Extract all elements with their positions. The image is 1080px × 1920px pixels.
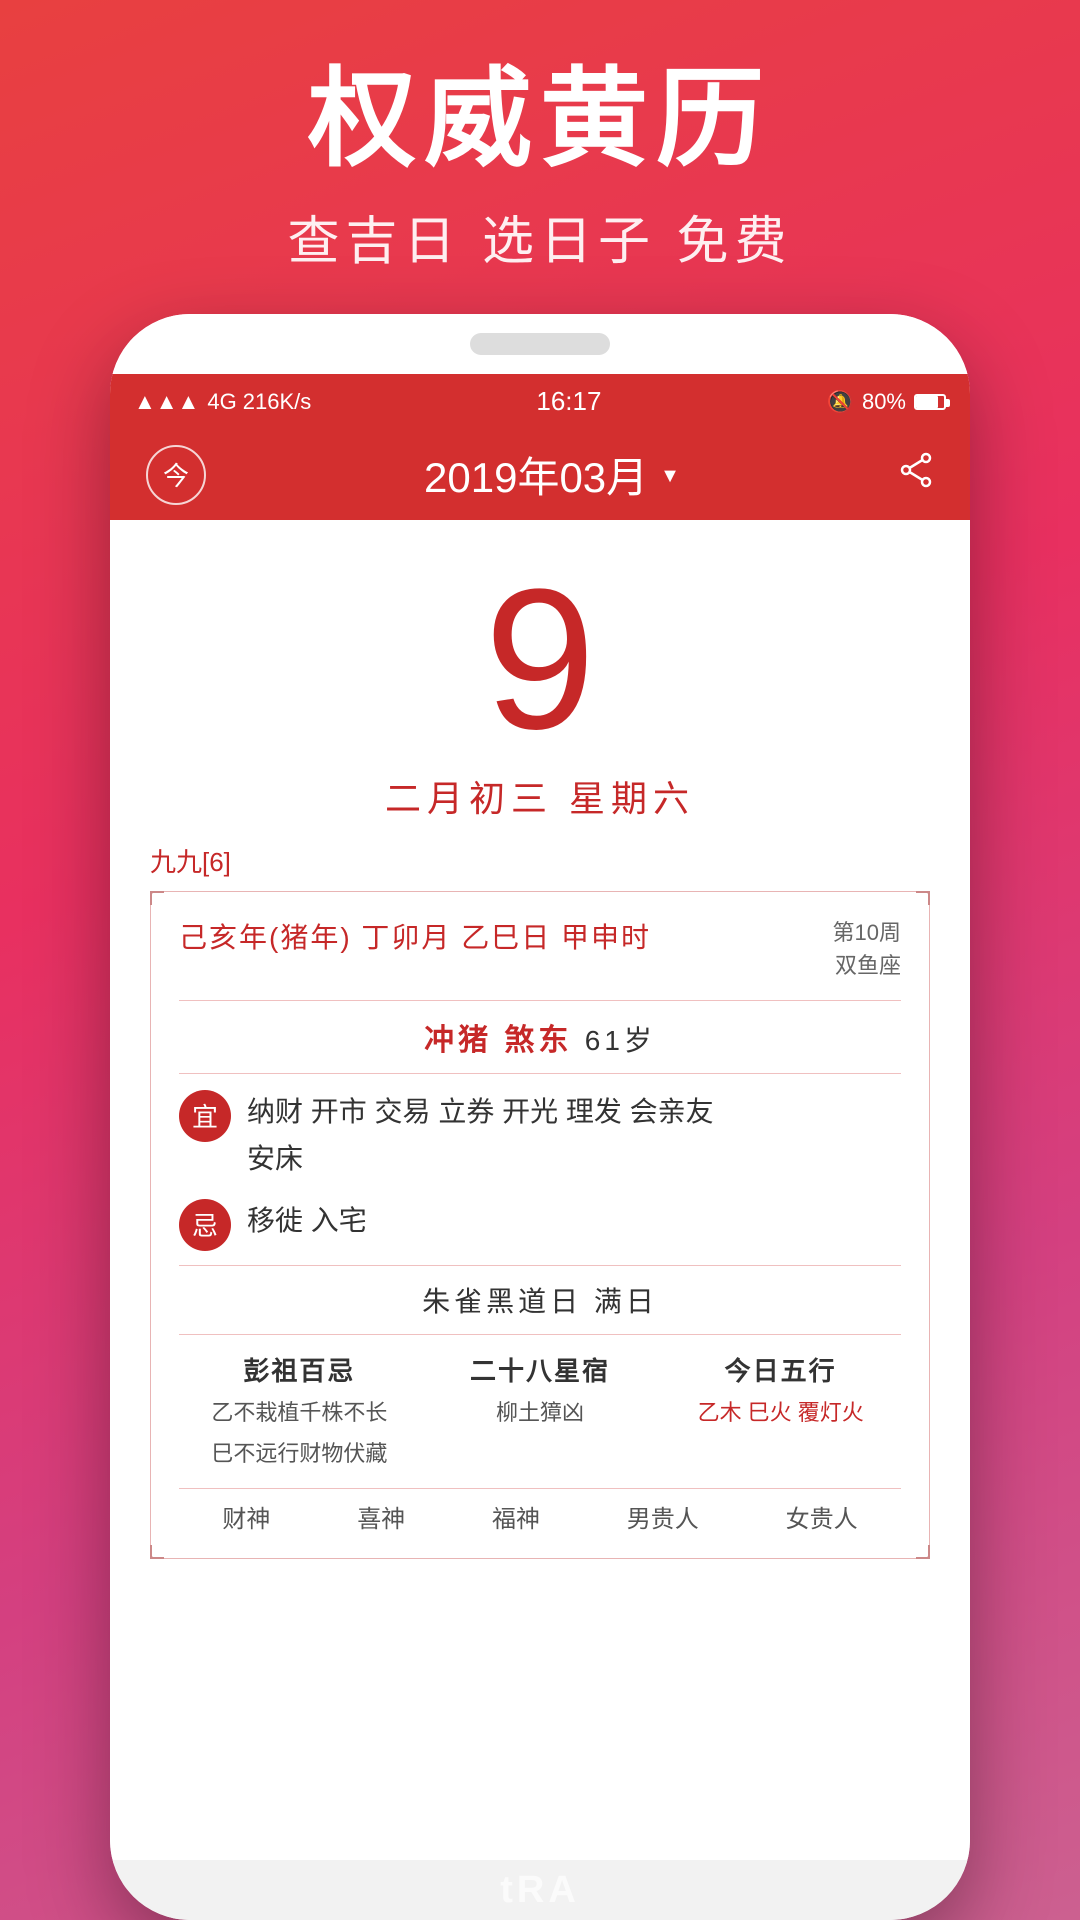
five-cols: 财神 喜神 福神 男贵人 女贵人	[179, 1488, 901, 1534]
week-zodiac: 第10周 双鱼座	[833, 916, 901, 982]
xingsu-desc: 柳土獐凶	[496, 1396, 584, 1429]
ji-content: 移徙 入宅	[247, 1197, 901, 1245]
month-title: 2019年03月	[424, 444, 648, 505]
xisheng-label: 喜神	[357, 1506, 405, 1533]
nvguiren-label: 女贵人	[786, 1506, 858, 1533]
signal-text: 4G 216K/s	[207, 389, 311, 415]
battery-icon	[914, 394, 946, 410]
five-col-nanguiren: 男贵人	[627, 1499, 699, 1534]
status-bar: ▲▲▲ 4G 216K/s 16:17 🔕 80%	[110, 374, 970, 430]
five-col-xisheng: 喜神	[357, 1499, 405, 1534]
detail-card-wrap: 己亥年(猪年) 丁卯月 乙巳日 甲申时 第10周 双鱼座 冲猪 煞东 61岁	[150, 891, 930, 1559]
main-content: 9 二月初三 星期六 九九[6] 己亥年(猪年) 丁卯月 乙巳日 甲申时	[110, 520, 970, 1920]
nine-nine-label: 九九[6]	[150, 842, 930, 879]
divider-4	[179, 1334, 901, 1335]
status-left: ▲▲▲ 4G 216K/s	[134, 389, 311, 415]
signal-icon: ▲▲▲	[134, 389, 199, 415]
wuxing-col: 今日五行 乙木 巳火 覆灯火	[660, 1351, 901, 1470]
pengzu-line2: 巳不远行财物伏藏	[211, 1437, 387, 1470]
caisheng-label: 财神	[222, 1506, 270, 1533]
yi-row: 宜 纳财 开市 交易 立券 开光 理发 会亲友 安床	[179, 1088, 901, 1183]
tra-text: tRA	[500, 1869, 580, 1912]
xingsu-col: 二十八星宿 柳土獐凶	[420, 1351, 661, 1470]
big-day-number: 9	[484, 560, 595, 760]
wuxing-title: 今日五行	[725, 1351, 837, 1388]
three-cols: 彭祖百忌 乙不栽植千株不长 巳不远行财物伏藏 二十八星宿 柳土獐凶 今日五行 乙…	[179, 1351, 901, 1470]
card-corner-tr	[916, 891, 930, 905]
nanguiren-label: 男贵人	[627, 1506, 699, 1533]
yi-content: 纳财 开市 交易 立券 开光 理发 会亲友 安床	[247, 1088, 901, 1183]
five-col-fusheng: 福神	[492, 1499, 540, 1534]
detail-card: 己亥年(猪年) 丁卯月 乙巳日 甲申时 第10周 双鱼座 冲猪 煞东 61岁	[150, 891, 930, 1559]
chong-text: 冲猪 煞东	[424, 1024, 572, 1057]
pengzu-title: 彭祖百忌	[243, 1351, 355, 1388]
chong-row: 冲猪 煞东 61岁	[179, 1015, 901, 1059]
card-corner-br	[916, 1545, 930, 1559]
bell-icon: 🔕	[827, 389, 854, 415]
promo-title: 权威黄历	[308, 60, 772, 179]
five-col-caisheng: 财神	[222, 1499, 270, 1534]
zodiac-text: 双鱼座	[833, 949, 901, 982]
ganzhi-row: 己亥年(猪年) 丁卯月 乙巳日 甲申时 第10周 双鱼座	[179, 916, 901, 982]
date-display: 9 二月初三 星期六	[110, 520, 970, 842]
dropdown-arrow-icon: ▼	[660, 465, 680, 488]
bottom-bar: tRA	[110, 1860, 970, 1920]
battery-text: 80%	[862, 389, 906, 415]
card-corner-bl	[150, 1545, 164, 1559]
divider-3	[179, 1265, 901, 1266]
app-header: 今 2019年03月 ▼	[110, 430, 970, 520]
phone-mockup: ▲▲▲ 4G 216K/s 16:17 🔕 80% 今 2019年03月 ▼	[110, 314, 970, 1920]
today-label: 今	[163, 456, 189, 493]
card-corner-tl	[150, 891, 164, 905]
phone-top	[110, 314, 970, 374]
fusheng-label: 福神	[492, 1506, 540, 1533]
black-day-text: 朱雀黑道日 满日	[179, 1280, 901, 1320]
status-right: 🔕 80%	[827, 389, 946, 415]
chong-age: 61岁	[585, 1025, 656, 1056]
pengzu-line1: 乙不栽植千株不长	[211, 1396, 387, 1429]
promo-subtitle: 查吉日 选日子 免费	[288, 199, 793, 274]
pengzu-col: 彭祖百忌 乙不栽植千株不长 巳不远行财物伏藏	[179, 1351, 420, 1470]
today-button[interactable]: 今	[146, 445, 206, 505]
divider-1	[179, 1000, 901, 1001]
speaker	[470, 333, 610, 355]
wuxing-desc: 乙木 巳火 覆灯火	[698, 1396, 864, 1429]
lunar-date-text: 二月初三 星期六	[385, 770, 695, 822]
week-text: 第10周	[833, 916, 901, 949]
share-button[interactable]	[898, 452, 934, 497]
status-time: 16:17	[536, 386, 601, 417]
xingsu-title: 二十八星宿	[470, 1351, 610, 1388]
divider-2	[179, 1073, 901, 1074]
five-col-nvguiren: 女贵人	[786, 1499, 858, 1534]
promo-area: 权威黄历 查吉日 选日子 免费	[0, 0, 1080, 314]
detail-area: 九九[6] 己亥年(猪年) 丁卯月 乙巳日 甲申时 第10周 双鱼座	[110, 842, 970, 1920]
month-selector[interactable]: 2019年03月 ▼	[424, 444, 680, 505]
ji-row: 忌 移徙 入宅	[179, 1197, 901, 1251]
ji-badge: 忌	[179, 1199, 231, 1251]
yi-badge: 宜	[179, 1090, 231, 1142]
ganzhi-text: 己亥年(猪年) 丁卯月 乙巳日 甲申时	[179, 916, 651, 956]
